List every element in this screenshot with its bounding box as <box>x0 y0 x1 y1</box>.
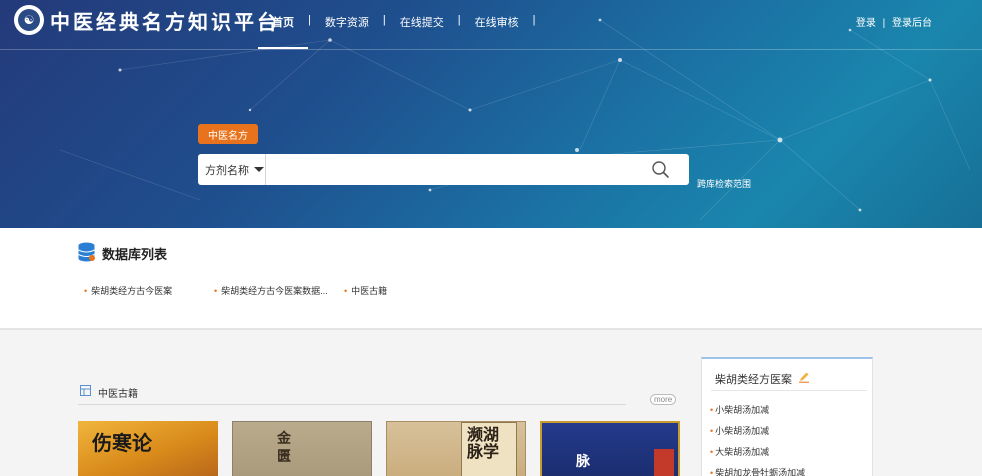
nav-home[interactable]: 首页 <box>258 14 308 49</box>
nav-online-submit[interactable]: 在线提交 <box>398 14 446 30</box>
more-books-button[interactable]: more <box>650 394 677 405</box>
classic-books-title: 中医古籍 <box>98 389 138 400</box>
book-cover-title: 濒湖脉学 <box>467 425 500 461</box>
database-item[interactable]: 中医古籍 <box>344 284 387 297</box>
database-item[interactable]: 柴胡类经方古今医案数据... <box>214 284 328 297</box>
database-icon <box>78 242 95 262</box>
nav-separator: | <box>532 14 536 26</box>
book-section-icon <box>80 385 91 396</box>
book-cover-title: 伤寒论 <box>92 431 152 455</box>
nav-separator: | <box>882 18 886 29</box>
database-list-title: 数据库列表 <box>102 247 168 262</box>
search-field-select[interactable]: 方剂名称 <box>198 154 266 185</box>
book-cover[interactable]: 濒湖脉学 <box>386 421 526 476</box>
case-item[interactable]: 小柴胡汤加减 <box>710 403 805 424</box>
side-case-list: 小柴胡汤加减 小柴胡汤加减 大柴胡汤加减 柴胡加龙骨牡蛎汤加减 <box>710 403 805 476</box>
pencil-icon[interactable] <box>798 371 810 383</box>
top-navbar: ☯ 中医经典名方知识平台 首页 | 数字资源 | 在线提交 | 在线审核 | 登… <box>0 0 982 50</box>
nav-separator: | <box>308 14 311 26</box>
hero-banner: ☯ 中医经典名方知识平台 首页 | 数字资源 | 在线提交 | 在线审核 | 登… <box>0 0 982 228</box>
book-cover[interactable]: 脉 <box>540 421 680 476</box>
side-panel-cases: 柴胡类经方医案 小柴胡汤加减 小柴胡汤加减 大柴胡汤加减 柴胡加龙骨牡蛎汤加减 <box>701 357 873 476</box>
case-item[interactable]: 小柴胡汤加减 <box>710 424 805 445</box>
user-links: 登录 | 登录后台 <box>854 14 934 29</box>
search-bar: 方剂名称 <box>198 154 689 185</box>
site-logo-text[interactable]: 中医经典名方知识平台 <box>50 6 280 35</box>
nav-separator: | <box>382 14 386 26</box>
side-panel-divider <box>711 390 867 391</box>
search-input[interactable] <box>268 157 638 182</box>
caret-down-icon <box>254 167 264 172</box>
section-divider <box>78 404 626 405</box>
book-red-label <box>654 449 674 476</box>
nav-digital-resources[interactable]: 数字资源 <box>323 14 371 30</box>
cross-database-scope-link[interactable]: 跨库检索范围 <box>697 177 751 190</box>
nav-online-review[interactable]: 在线审核 <box>473 14 521 30</box>
search-category-tab[interactable]: 中医名方 <box>198 124 258 144</box>
side-panel-title: 柴胡类经方医案 <box>715 374 792 386</box>
book-cover-title: 脉 <box>576 454 590 470</box>
logo-icon[interactable]: ☯ <box>14 5 44 35</box>
case-item[interactable]: 柴胡加龙骨牡蛎汤加减 <box>710 466 805 476</box>
case-item[interactable]: 大柴胡汤加减 <box>710 445 805 466</box>
database-item[interactable]: 柴胡类经方古今医案 <box>84 284 172 297</box>
book-cover-title: 金匮 <box>277 431 291 465</box>
book-cover[interactable]: 伤寒论 <box>78 421 218 476</box>
admin-login-link[interactable]: 登录后台 <box>892 18 932 29</box>
book-cover[interactable]: 金匮 <box>232 421 372 476</box>
database-list-panel: 数据库列表 柴胡类经方古今医案 柴胡类经方古今医案数据... 中医古籍 <box>0 228 982 330</box>
search-icon[interactable] <box>650 159 672 181</box>
search-field-label: 方剂名称 <box>205 164 249 177</box>
login-link[interactable]: 登录 <box>856 18 876 29</box>
nav-separator: | <box>457 14 461 26</box>
main-nav: 首页 | 数字资源 | 在线提交 | 在线审核 | <box>258 14 547 49</box>
